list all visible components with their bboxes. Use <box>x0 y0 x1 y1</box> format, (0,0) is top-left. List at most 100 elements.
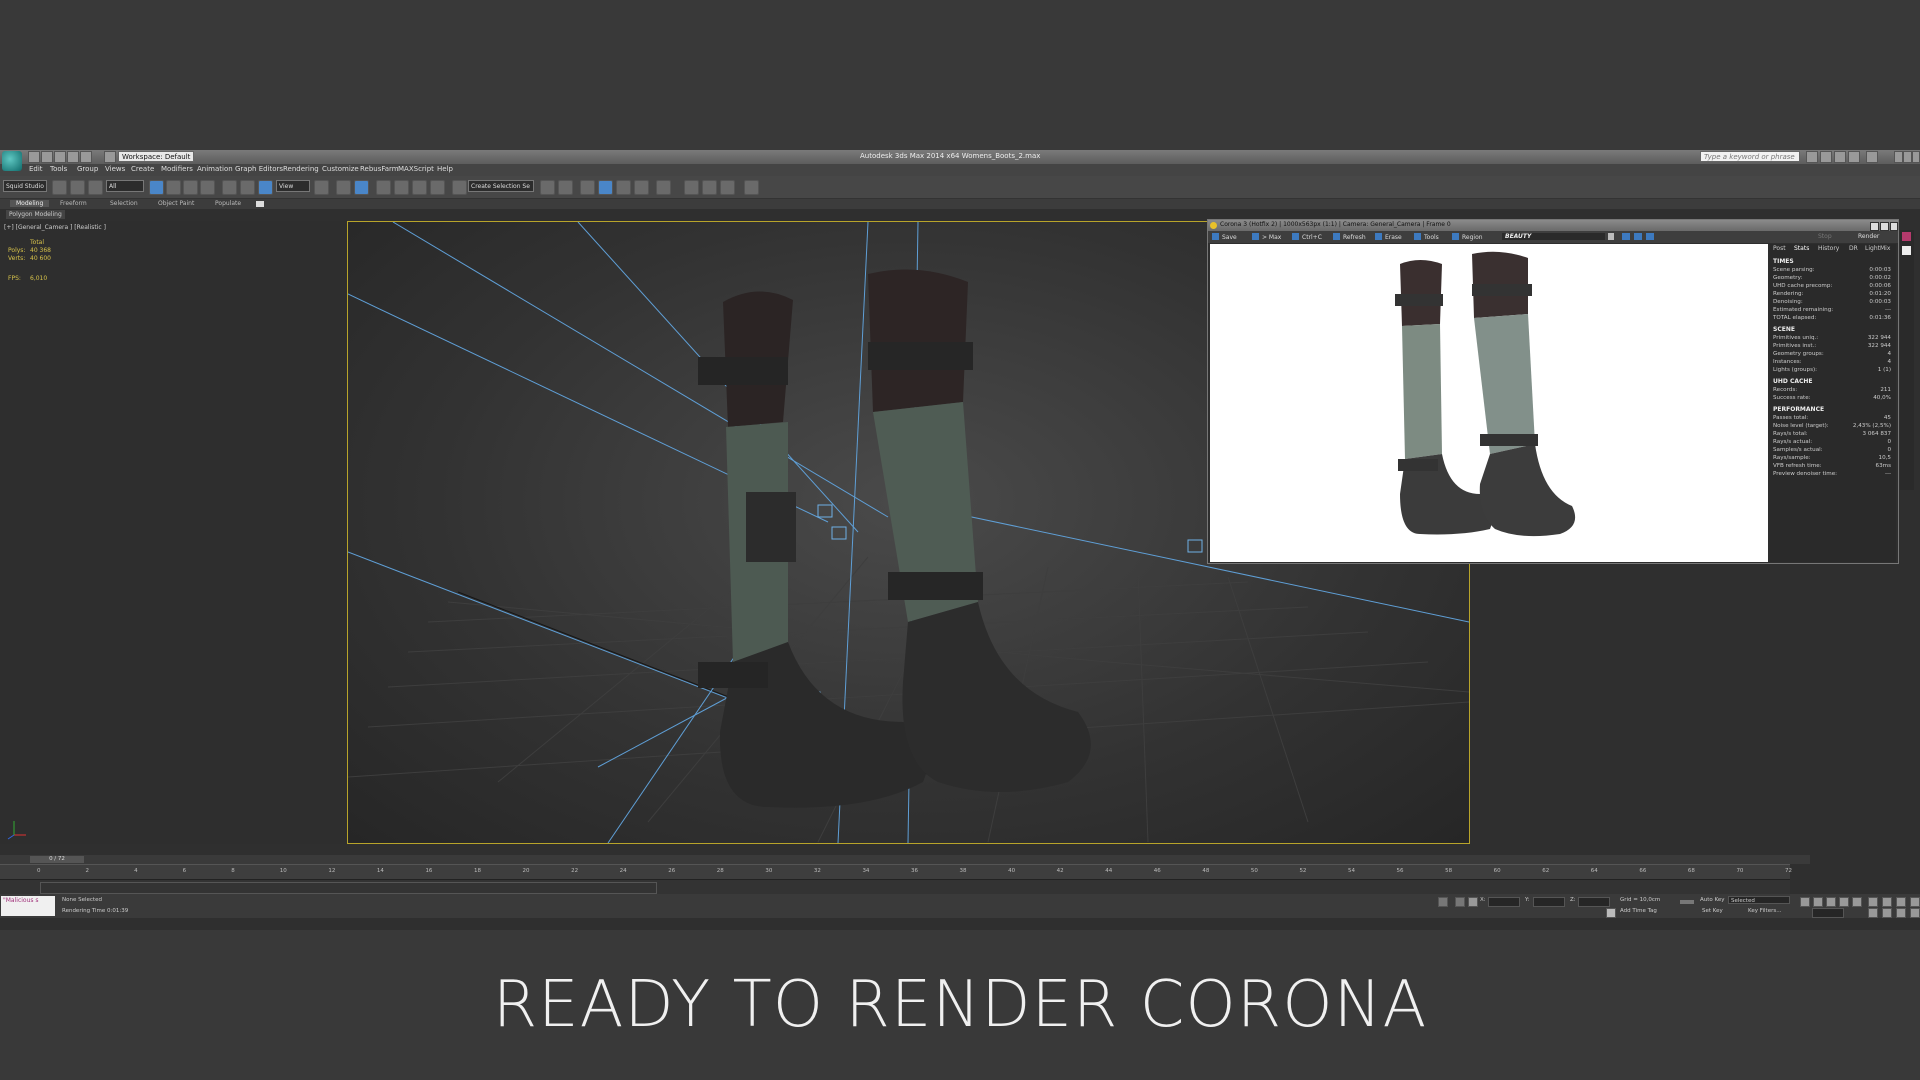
scale-icon[interactable] <box>258 180 273 195</box>
move-icon[interactable] <box>222 180 237 195</box>
vfb-to-max-button[interactable]: > Max <box>1252 233 1281 241</box>
tab-populate[interactable]: Populate <box>215 200 241 207</box>
vfb-refresh-button[interactable]: Refresh <box>1333 233 1366 241</box>
tab-freeform[interactable]: Freeform <box>60 200 87 207</box>
save-file-icon[interactable] <box>54 151 66 163</box>
transform-type-in-icon[interactable] <box>1468 897 1478 907</box>
zoom-out-icon[interactable] <box>1634 233 1642 240</box>
vfb-save-button[interactable]: Save <box>1212 233 1237 241</box>
tab-modeling[interactable]: Modeling <box>10 200 50 207</box>
curve-editor-icon[interactable] <box>616 180 631 195</box>
vfb-render-button[interactable]: Render <box>1858 233 1879 240</box>
edit-named-selection-icon[interactable] <box>452 180 467 195</box>
timeline-ruler[interactable]: 0 2 4 6 8 10 12 14 16 18 20 22 24 26 28 30 32 34 36 38 40 42 4… <box>0 864 1792 879</box>
set-key-icon[interactable] <box>1680 900 1694 904</box>
tab-lightmix[interactable]: LightMix <box>1865 245 1890 252</box>
rendered-frame-window-icon[interactable] <box>702 180 717 195</box>
render-element-dropdown[interactable]: BEAUTY <box>1502 233 1605 240</box>
subscription-icon[interactable] <box>1820 151 1832 163</box>
time-slider-handle[interactable]: 0 / 72 <box>30 856 84 863</box>
app-logo-icon[interactable] <box>2 151 22 171</box>
spinner-snap-icon[interactable] <box>430 180 445 195</box>
minimize-icon[interactable] <box>1894 151 1903 163</box>
field-of-view-icon[interactable] <box>1868 908 1878 918</box>
link-icon[interactable] <box>52 180 67 195</box>
redo-icon[interactable] <box>80 151 92 163</box>
menu-customize[interactable]: Customize <box>322 165 359 173</box>
menu-create[interactable]: Create <box>131 165 154 173</box>
polygon-modeling-label[interactable]: Polygon Modeling <box>6 210 65 219</box>
rectangular-selection-icon[interactable] <box>183 180 198 195</box>
material-editor-icon[interactable] <box>656 180 671 195</box>
select-by-name-icon[interactable] <box>166 180 181 195</box>
pan-icon[interactable] <box>1882 908 1892 918</box>
go-to-start-icon[interactable] <box>1800 897 1810 907</box>
vfb-stop-button[interactable]: Stop <box>1818 233 1832 240</box>
viewport-left-area[interactable]: [+] [General_Camera ] [Realistic ] Total… <box>0 221 348 844</box>
tab-stats[interactable]: Stats <box>1794 245 1809 252</box>
render-setup-icon[interactable] <box>684 180 699 195</box>
keyboard-shortcut-override-icon[interactable] <box>354 180 369 195</box>
unlink-icon[interactable] <box>70 180 85 195</box>
align-icon[interactable] <box>558 180 573 195</box>
menu-views[interactable]: Views <box>105 165 125 173</box>
tab-dr[interactable]: DR <box>1849 245 1858 252</box>
graphite-tools-icon[interactable] <box>598 180 613 195</box>
menu-rebusfarm[interactable]: RebusFarm <box>360 165 399 173</box>
tab-history[interactable]: History <box>1818 245 1839 252</box>
layer-manager-icon[interactable] <box>580 180 595 195</box>
window-crossing-icon[interactable] <box>200 180 215 195</box>
maxscript-listener[interactable]: "Malicious s <box>1 896 55 916</box>
named-selection-dropdown[interactable]: Create Selection Se <box>468 180 534 192</box>
vfb-maximize-icon[interactable] <box>1880 222 1889 231</box>
zoom-all-icon[interactable] <box>1882 897 1892 907</box>
help-icon[interactable] <box>1866 151 1878 163</box>
track-bar[interactable] <box>0 879 1790 894</box>
zoom-in-icon[interactable] <box>1622 233 1630 240</box>
new-file-icon[interactable] <box>28 151 40 163</box>
search-icon[interactable] <box>1806 151 1818 163</box>
mirror-icon[interactable] <box>540 180 555 195</box>
z-coordinate-field[interactable] <box>1578 897 1610 907</box>
menu-animation[interactable]: Animation <box>197 165 233 173</box>
render-production-icon[interactable] <box>720 180 735 195</box>
previous-frame-icon[interactable] <box>1813 897 1823 907</box>
panel-toggle-icon[interactable] <box>1902 246 1911 255</box>
dropdown-arrow-icon[interactable] <box>1608 233 1614 240</box>
reference-coordinate-dropdown[interactable]: View <box>276 180 310 192</box>
squid-studio-dropdown[interactable]: Squid Studio v <box>3 180 47 192</box>
play-icon[interactable] <box>1826 897 1836 907</box>
angle-snap-icon[interactable] <box>394 180 409 195</box>
vfb-minimize-icon[interactable] <box>1870 222 1879 231</box>
menu-help[interactable]: Help <box>437 165 453 173</box>
min-max-toggle-icon[interactable] <box>1910 908 1920 918</box>
zoom-fit-icon[interactable] <box>1646 233 1654 240</box>
ribbon-toggle-icon[interactable] <box>256 201 264 207</box>
absolute-mode-icon[interactable] <box>1455 897 1465 907</box>
pivot-center-icon[interactable] <box>314 180 329 195</box>
maximize-icon[interactable] <box>1903 151 1912 163</box>
color-swatch-icon[interactable] <box>1902 232 1911 241</box>
schematic-view-icon[interactable] <box>634 180 649 195</box>
zoom-viewport-icon[interactable] <box>1868 897 1878 907</box>
favorites-icon[interactable] <box>1848 151 1860 163</box>
time-slider[interactable]: 0 / 72 <box>0 855 1810 864</box>
vfb-copy-button[interactable]: Ctrl+C <box>1292 233 1322 241</box>
undo-icon[interactable] <box>67 151 79 163</box>
project-folder-icon[interactable] <box>104 151 116 163</box>
percent-snap-icon[interactable] <box>412 180 427 195</box>
snaps-toggle-icon[interactable] <box>376 180 391 195</box>
auto-key-button[interactable]: Auto Key <box>1700 897 1725 903</box>
next-frame-icon[interactable] <box>1839 897 1849 907</box>
menu-rendering[interactable]: Rendering <box>283 165 319 173</box>
viewport-label[interactable]: [+] [General_Camera ] [Realistic ] <box>4 224 106 231</box>
tab-object-paint[interactable]: Object Paint <box>158 200 194 207</box>
menu-maxscript[interactable]: MAXScript <box>398 165 434 173</box>
x-coordinate-field[interactable] <box>1488 897 1520 907</box>
rebus-farm-icon[interactable] <box>744 180 759 195</box>
key-filters-button[interactable]: Key Filters... <box>1748 908 1781 914</box>
time-tag-icon[interactable] <box>1606 908 1616 918</box>
search-input[interactable]: Type a keyword or phrase <box>1700 151 1800 162</box>
maximize-viewport-icon[interactable] <box>1910 897 1920 907</box>
tab-selection[interactable]: Selection <box>110 200 138 207</box>
